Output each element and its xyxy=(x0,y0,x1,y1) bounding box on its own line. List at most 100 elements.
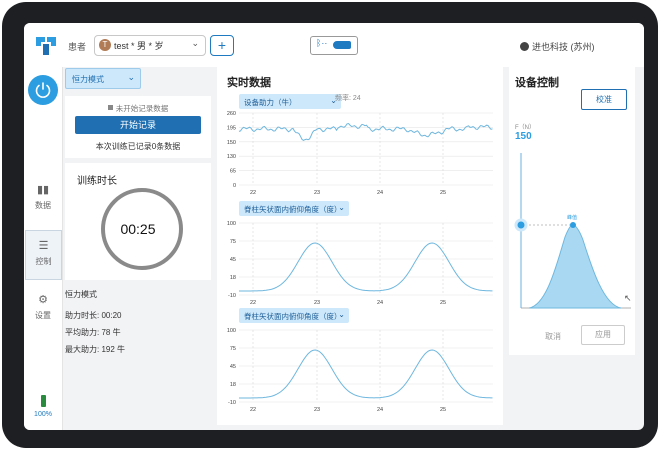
x-tick-label: 24 xyxy=(377,300,383,306)
stat-duration: 助力时长: 00:20 xyxy=(65,311,122,320)
calibrate-button[interactable]: 校准 xyxy=(581,89,627,110)
stat-average: 平均助力: 78 牛 xyxy=(65,328,121,337)
peak-point[interactable] xyxy=(570,222,576,228)
status-square-icon xyxy=(107,105,113,110)
company-name: 进也科技 (苏州) xyxy=(532,42,595,52)
record-status-text: 未开始记录数据 xyxy=(115,104,169,113)
series-line xyxy=(239,242,493,292)
chart3-selector[interactable]: 脊柱矢状面内俯仰角度（度） ⌄ xyxy=(239,308,349,323)
left-nav: ▮▮ 数据 ☰ 控制 ⚙ 设置 100% xyxy=(24,67,63,430)
avatar: T xyxy=(99,39,111,51)
chart2-selector[interactable]: 脊柱矢状面内俯仰角度（度） ⌄ xyxy=(239,201,349,216)
x-tick-label: 22 xyxy=(250,300,256,306)
y-tick-label: 150 xyxy=(227,140,236,146)
bluetooth-status[interactable]: ᛒ·· xyxy=(310,36,358,55)
gear-icon: ⚙ xyxy=(38,294,48,306)
power-button[interactable] xyxy=(28,75,58,105)
patient-label: 患者 xyxy=(68,42,87,52)
y-tick-label: 18 xyxy=(230,275,236,281)
nav-item-control[interactable]: ☰ 控制 xyxy=(25,230,62,280)
record-count: 本次训练已记录0条数据 xyxy=(95,142,181,151)
start-record-button[interactable]: 开始记录 xyxy=(75,116,201,134)
stat-max: 最大助力: 192 牛 xyxy=(65,345,126,354)
y-tick-label: -10 xyxy=(228,293,236,299)
training-time-card: 训练时长 00:25 xyxy=(65,163,211,280)
x-tick-label: 25 xyxy=(440,407,446,413)
training-time-title: 训练时长 xyxy=(77,176,117,187)
chart3-selector-label: 脊柱矢状面内俯仰角度（度） xyxy=(244,312,342,321)
chart2-selector-label: 脊柱矢状面内俯仰角度（度） xyxy=(244,205,342,214)
x-tick-label: 24 xyxy=(377,190,383,196)
timer-value: 00:25 xyxy=(120,221,156,237)
y-tick-label: 100 xyxy=(227,328,236,334)
user-icon xyxy=(520,42,529,51)
y-tick-label: 130 xyxy=(227,154,236,160)
bar-chart-icon: ▮▮ xyxy=(36,184,50,196)
stats-title: 恒力模式 xyxy=(65,290,97,299)
pitch-angle-chart-1: 100 75 45 18 -10 22 23 24 25 xyxy=(227,221,493,306)
record-status: 未开始记录数据 xyxy=(65,103,211,114)
app-logo-icon xyxy=(36,37,56,55)
y-tick-label: 0 xyxy=(233,183,236,189)
patient-value: test * 男 * 岁 xyxy=(114,41,164,51)
x-tick-label: 23 xyxy=(314,190,320,196)
top-bar: 患者 T test * 男 * 岁 ⌄ + ᛒ·· 进也科技 (苏州) xyxy=(24,23,644,67)
mouse-cursor-icon: ↖ xyxy=(624,293,632,303)
y-tick-label: -10 xyxy=(228,400,236,406)
app-screen: 患者 T test * 男 * 岁 ⌄ + ᛒ·· 进也科技 (苏州) ▮▮ 数… xyxy=(24,23,644,430)
chevron-down-icon: ⌄ xyxy=(191,38,199,48)
device-control-panel: 设备控制 校准 F（N） 150 峰值 取消 应用 xyxy=(509,65,635,355)
cancel-button[interactable]: 取消 xyxy=(545,331,561,342)
y-tick-label: 45 xyxy=(230,257,236,263)
nav-item-settings[interactable]: ⚙ 设置 xyxy=(24,285,62,333)
x-tick-label: 25 xyxy=(440,300,446,306)
x-tick-label: 25 xyxy=(440,190,446,196)
y-tick-label: 100 xyxy=(227,221,236,227)
x-tick-label: 23 xyxy=(314,300,320,306)
y-tick-label: 45 xyxy=(230,364,236,370)
device-control-title: 设备控制 xyxy=(515,77,559,89)
nav-item-label: 设置 xyxy=(35,311,51,320)
chevron-down-icon: ⌄ xyxy=(338,310,345,319)
series-line xyxy=(238,122,493,141)
x-tick-label: 22 xyxy=(250,190,256,196)
battery-percent: 100% xyxy=(34,411,52,418)
sliders-icon: ☰ xyxy=(38,240,49,252)
user-account[interactable]: 进也科技 (苏州) xyxy=(520,40,595,53)
x-tick-label: 22 xyxy=(250,407,256,413)
battery-icon xyxy=(40,395,46,407)
force-value: 150 xyxy=(515,131,532,142)
bluetooth-icon: ᛒ·· xyxy=(316,38,328,48)
patient-select[interactable]: T test * 男 * 岁 ⌄ xyxy=(94,35,206,56)
power-icon xyxy=(35,82,51,98)
y-tick-label: 18 xyxy=(230,382,236,388)
realtime-panel: 实时数据 设备助力（牛） ⌄ 频率: 24 260 195 150 130 65 0 22 2… xyxy=(217,65,503,425)
nav-item-data[interactable]: ▮▮ 数据 xyxy=(24,175,62,223)
y-tick-label: 65 xyxy=(230,169,236,175)
battery-indicator: 100% xyxy=(32,395,54,418)
pitch-angle-chart-2: 100 75 45 18 -10 22 23 24 25 xyxy=(227,328,493,413)
series-line xyxy=(239,349,493,399)
force-axis-label: F（N） xyxy=(515,125,535,131)
mode-value: 恒力模式 xyxy=(72,75,104,84)
force-curve-area xyxy=(528,224,622,309)
force-slider-handle[interactable] xyxy=(514,218,528,232)
force-curve-editor[interactable]: 峰值 xyxy=(509,145,635,315)
y-tick-label: 75 xyxy=(230,239,236,245)
peak-label: 峰值 xyxy=(567,214,577,221)
frequency-label: 频率: 24 xyxy=(335,95,361,102)
assist-force-chart: 260 195 150 130 65 0 22 23 24 25 xyxy=(227,111,493,196)
x-tick-label: 23 xyxy=(314,407,320,413)
add-patient-button[interactable]: + xyxy=(210,35,234,56)
nav-item-label: 数据 xyxy=(35,201,51,210)
tablet-frame: 患者 T test * 男 * 岁 ⌄ + ᛒ·· 进也科技 (苏州) ▮▮ 数… xyxy=(2,2,658,448)
record-card: 未开始记录数据 开始记录 本次训练已记录0条数据 xyxy=(65,96,211,158)
device-icon xyxy=(333,41,351,49)
mode-select[interactable]: 恒力模式 ⌄ xyxy=(65,68,141,89)
apply-button[interactable]: 应用 xyxy=(581,325,625,345)
chevron-down-icon: ⌄ xyxy=(127,72,135,82)
y-tick-label: 75 xyxy=(230,346,236,352)
nav-item-label: 控制 xyxy=(35,257,52,266)
y-tick-label: 260 xyxy=(227,111,236,117)
y-tick-label: 195 xyxy=(227,125,236,131)
